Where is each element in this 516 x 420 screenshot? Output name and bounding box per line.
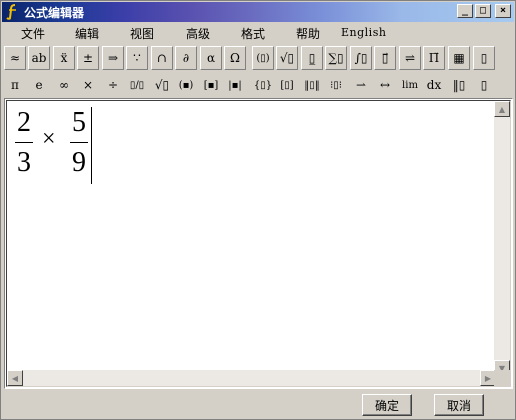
menu-bar: 文件 编辑 视图 高级 格式 帮助 English bbox=[2, 23, 514, 42]
arrows-palette-button[interactable]: ⇒ bbox=[102, 46, 124, 70]
pi-symbol-button[interactable]: π bbox=[4, 73, 26, 97]
scrollbar-corner bbox=[494, 370, 510, 386]
text-cursor bbox=[91, 107, 92, 184]
maximize-button[interactable]: □ bbox=[475, 4, 491, 18]
app-icon bbox=[5, 4, 21, 20]
multiplication-operator[interactable]: × bbox=[42, 126, 56, 153]
fences-palette-button[interactable]: (▯) bbox=[252, 46, 274, 70]
fraction1-numerator[interactable]: 2 bbox=[15, 109, 33, 137]
menu-file[interactable]: 文件 bbox=[21, 25, 45, 42]
formula-editing-area[interactable]: 2 3 × 5 9 ▲ ▼ ◀ ▶ bbox=[4, 98, 513, 389]
fraction1-bar bbox=[15, 142, 33, 143]
menu-advanced[interactable]: 高级 bbox=[186, 25, 210, 42]
brace-template-button[interactable]: {▯} bbox=[252, 73, 274, 97]
scroll-left-arrow-icon[interactable]: ◀ bbox=[7, 370, 23, 386]
sqrt-template-button[interactable]: √▯ bbox=[151, 73, 173, 97]
menu-format[interactable]: 格式 bbox=[241, 25, 265, 42]
template-toolbar: π e ∞ × ÷ ▯/▯ √▯ (▪) [▪] |▪| {▯} [▯] ‖▯‖ ⁝▯⁝ ⇀ ↔ lim dx ‖▯… bbox=[4, 73, 514, 97]
overbar-palette-button[interactable]: ▯⃗ bbox=[374, 46, 396, 70]
abs-template-button[interactable]: |▪| bbox=[224, 73, 246, 97]
embellishments-palette-button[interactable]: ẍ bbox=[53, 46, 75, 70]
summation-palette-button[interactable]: ∑▯ bbox=[325, 46, 347, 70]
scroll-up-arrow-icon[interactable]: ▲ bbox=[494, 101, 510, 117]
greek-lower-palette-button[interactable]: α bbox=[200, 46, 222, 70]
fraction2-denominator[interactable]: 9 bbox=[70, 149, 88, 177]
left-right-arrow-template-button[interactable]: ↔ bbox=[374, 73, 396, 97]
symbol-palette-toolbar: ≈ ab ẍ ± ⇒ ∵ ∩ ∂ α Ω (▯) √▯ ▯̲ ∑▯ ∫▯ ▯⃗ ⇌ Π̈ ▦ ▯ bbox=[4, 46, 514, 70]
greek-upper-palette-button[interactable]: Ω bbox=[224, 46, 246, 70]
dx-template-button[interactable]: dx bbox=[423, 73, 445, 97]
matrix-palette-button[interactable]: ▦ bbox=[448, 46, 470, 70]
square-bracket-template-button[interactable]: [▯] bbox=[276, 73, 298, 97]
templates-palette-button[interactable]: ▯ bbox=[473, 46, 495, 70]
menu-view[interactable]: 视图 bbox=[130, 25, 154, 42]
bracket-template-button[interactable]: [▪] bbox=[200, 73, 222, 97]
minimize-button[interactable]: _ bbox=[457, 4, 473, 18]
fraction2-bar bbox=[70, 142, 88, 143]
e-symbol-button[interactable]: e bbox=[28, 73, 50, 97]
matrix-col-template-button[interactable]: ▯ bbox=[473, 73, 495, 97]
integral-palette-button[interactable]: ∫▯ bbox=[350, 46, 372, 70]
sets-palette-button[interactable]: ∩ bbox=[151, 46, 173, 70]
fractions-radicals-palette-button[interactable]: √▯ bbox=[276, 46, 298, 70]
labeled-arrows-palette-button[interactable]: ⇌ bbox=[399, 46, 421, 70]
products-palette-button[interactable]: Π̈ bbox=[423, 46, 445, 70]
divide-symbol-button[interactable]: ÷ bbox=[102, 73, 124, 97]
editor-canvas[interactable]: 2 3 × 5 9 ▲ ▼ ◀ ▶ bbox=[6, 100, 511, 387]
right-arrow-template-button[interactable]: ⇀ bbox=[350, 73, 372, 97]
vertical-scrollbar[interactable]: ▲ ▼ bbox=[494, 101, 510, 376]
paren-template-button[interactable]: (▪) bbox=[175, 73, 197, 97]
misc-symbols-palette-button[interactable]: ∂ bbox=[175, 46, 197, 70]
relations-palette-button[interactable]: ≈ bbox=[4, 46, 26, 70]
horizontal-scrollbar[interactable]: ◀ ▶ bbox=[7, 370, 496, 386]
norm-template-button[interactable]: ‖▯‖ bbox=[301, 73, 323, 97]
formula-editor-window: 公式编辑器 _ □ × 文件 编辑 视图 高级 格式 帮助 English ≈ a… bbox=[0, 0, 516, 420]
fraction-template-button[interactable]: ▯/▯ bbox=[126, 73, 148, 97]
fraction2-numerator[interactable]: 5 bbox=[70, 109, 88, 137]
infinity-symbol-button[interactable]: ∞ bbox=[53, 73, 75, 97]
ok-button[interactable]: 确定 bbox=[362, 394, 412, 416]
box-template-button[interactable]: ⁝▯⁝ bbox=[325, 73, 347, 97]
fraction1-denominator[interactable]: 3 bbox=[15, 149, 33, 177]
subscript-palette-button[interactable]: ▯̲ bbox=[301, 46, 323, 70]
matrix-2x1-template-button[interactable]: ‖▯ bbox=[448, 73, 470, 97]
menu-help[interactable]: 帮助 bbox=[296, 25, 320, 42]
logic-palette-button[interactable]: ∵ bbox=[126, 46, 148, 70]
menu-english[interactable]: English bbox=[341, 26, 386, 39]
cancel-button[interactable]: 取消 bbox=[434, 394, 484, 416]
spaces-palette-button[interactable]: ab bbox=[28, 46, 50, 70]
window-title: 公式编辑器 bbox=[24, 5, 85, 20]
times-symbol-button[interactable]: × bbox=[77, 73, 99, 97]
menu-edit[interactable]: 编辑 bbox=[75, 25, 99, 42]
title-bar[interactable]: 公式编辑器 _ □ × bbox=[2, 2, 514, 22]
operators-palette-button[interactable]: ± bbox=[77, 46, 99, 70]
close-button[interactable]: × bbox=[495, 4, 511, 18]
limit-template-button[interactable]: lim bbox=[399, 73, 421, 97]
